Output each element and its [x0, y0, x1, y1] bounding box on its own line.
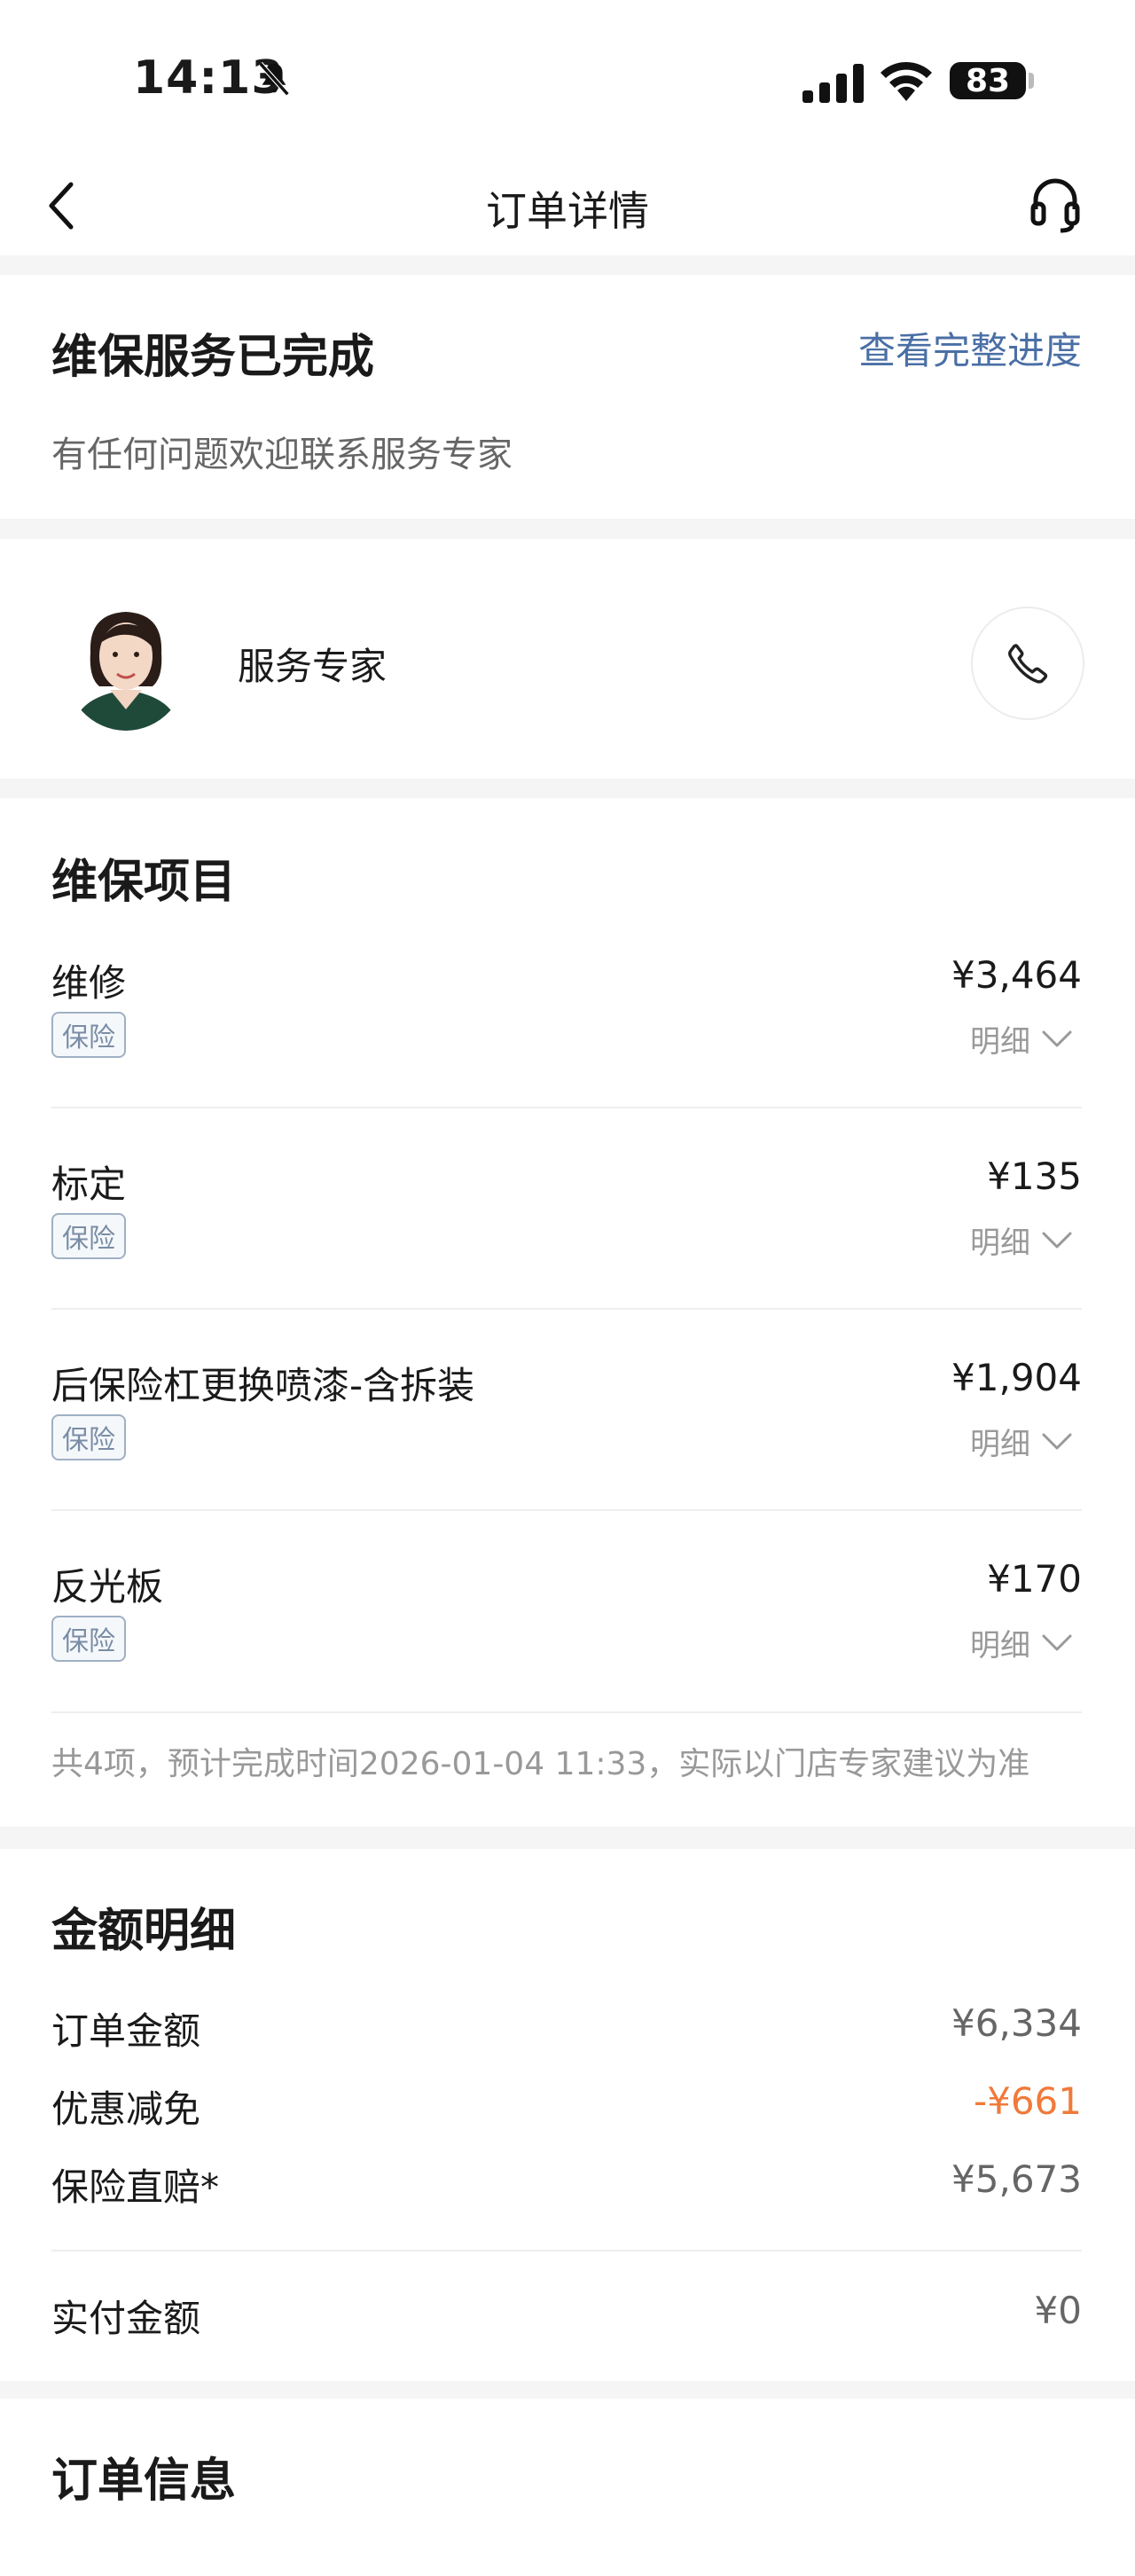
detail-toggle[interactable]: 明细: [970, 1420, 1073, 1463]
item-name: 反光板: [51, 1565, 164, 1609]
list-item: 后保险杠更换喷漆-含拆装 ¥1,904 保险 明细: [51, 1356, 1082, 1533]
list-item: 标定 ¥135 保险 明细: [51, 1155, 1082, 1332]
amount-row-insurance: 保险直赔* ¥5,673: [51, 2157, 1082, 2212]
battery-indicator: 83: [950, 62, 1026, 99]
call-button[interactable]: [971, 607, 1084, 720]
amount-row-order-total: 订单金额 ¥6,334: [51, 2001, 1082, 2055]
status-bar: 14:13 83: [0, 0, 1135, 160]
amount-section-title: 金额明细: [51, 1905, 237, 1958]
headset-icon[interactable]: [1029, 174, 1082, 234]
item-name: 后保险杠更换喷漆-含拆装: [51, 1364, 475, 1407]
service-status-title: 维保服务已完成: [51, 331, 375, 384]
detail-label: 明细: [970, 1628, 1030, 1664]
amount-value: ¥5,673: [951, 2157, 1082, 2201]
amount-value: ¥0: [1034, 2289, 1082, 2332]
insurance-tag: 保险: [51, 1414, 126, 1460]
chevron-down-icon: [1042, 1634, 1072, 1650]
detail-toggle[interactable]: 明细: [970, 1218, 1073, 1262]
item-price: ¥3,464: [951, 953, 1082, 997]
maintenance-items-card: 维保项目 维修 ¥3,464 保险 明细 标定 ¥135 保险 明细 后保险杠更…: [0, 798, 1135, 1827]
wifi-icon: [881, 61, 932, 101]
expert-label: 服务专家: [238, 645, 387, 688]
divider: [51, 1509, 1082, 1511]
amount-value: ¥6,334: [951, 2001, 1082, 2045]
list-item: 反光板 ¥170 保险 明细: [51, 1557, 1082, 1734]
amount-label: 订单金额: [51, 2009, 201, 2053]
amount-label: 优惠减免: [51, 2087, 201, 2131]
divider: [51, 1107, 1082, 1108]
bell-muted-icon: [258, 61, 290, 97]
amount-label: 实付金额: [51, 2297, 201, 2340]
battery-cap: [1029, 73, 1034, 89]
insurance-tag: 保险: [51, 1213, 126, 1259]
amount-row-discount: 优惠减免 -¥661: [51, 2079, 1082, 2134]
amount-value: -¥661: [973, 2079, 1082, 2123]
view-progress-link[interactable]: 查看完整进度: [858, 321, 1082, 375]
items-summary: 共4项，预计完成时间2026-01-04 11:33，实际以门店专家建议为准: [51, 1746, 1030, 1782]
divider: [51, 1711, 1082, 1713]
order-info-card: 订单信息: [0, 2399, 1135, 2576]
divider: [51, 2250, 1082, 2251]
detail-toggle[interactable]: 明细: [970, 1017, 1073, 1061]
amount-row-paid: 实付金额 ¥0: [51, 2289, 1082, 2343]
nav-bar: 订单详情: [0, 160, 1135, 255]
detail-label: 明细: [970, 1225, 1030, 1261]
cellular-signal-icon: [802, 64, 864, 103]
item-name: 标定: [51, 1163, 127, 1206]
phone-icon: [1008, 644, 1048, 684]
service-status-subtitle: 有任何问题欢迎联系服务专家: [51, 435, 513, 475]
detail-label: 明细: [970, 1427, 1030, 1462]
chevron-down-icon: [1042, 1433, 1072, 1449]
item-price: ¥170: [987, 1557, 1082, 1601]
list-item: 维修 ¥3,464 保险 明细: [51, 953, 1082, 1131]
amount-label: 保险直赔*: [51, 2165, 220, 2209]
page-title: 订单详情: [486, 187, 649, 235]
chevron-down-icon: [1042, 1030, 1072, 1046]
detail-label: 明细: [970, 1024, 1030, 1060]
item-price: ¥1,904: [951, 1356, 1082, 1399]
item-name: 维修: [51, 961, 127, 1005]
service-status-card: 维保服务已完成 查看完整进度 有任何问题欢迎联系服务专家: [0, 275, 1135, 519]
order-info-title: 订单信息: [51, 2455, 237, 2508]
detail-toggle[interactable]: 明细: [970, 1621, 1073, 1664]
item-price: ¥135: [987, 1155, 1082, 1198]
insurance-tag: 保险: [51, 1616, 126, 1662]
divider: [51, 1308, 1082, 1310]
maintenance-section-title: 维保项目: [51, 856, 237, 909]
chevron-down-icon: [1042, 1232, 1072, 1248]
avatar: [64, 598, 188, 731]
service-expert-card: 服务专家: [0, 539, 1135, 779]
amount-details-card: 金额明细 订单金额 ¥6,334 优惠减免 -¥661 保险直赔* ¥5,673…: [0, 1849, 1135, 2381]
insurance-tag: 保险: [51, 1012, 126, 1058]
